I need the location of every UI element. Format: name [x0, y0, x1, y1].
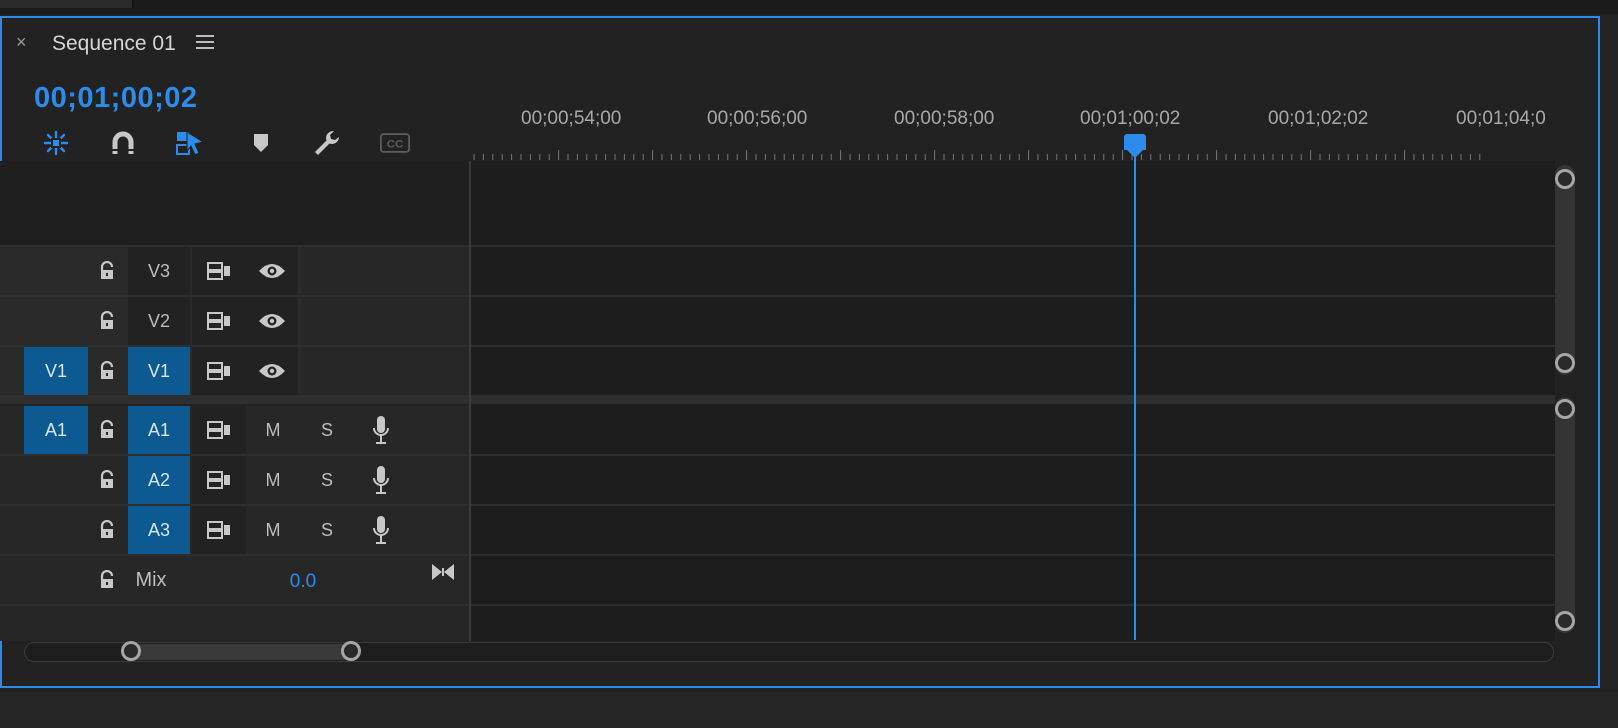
sync-lock-icon[interactable]: [192, 297, 246, 345]
video-scrollbar[interactable]: [1555, 165, 1575, 375]
sequence-tab-title[interactable]: Sequence 01: [52, 32, 176, 56]
audio-track-a1: A1 A1 M S: [0, 406, 1555, 456]
ruler-time-label: 00;00;56;00: [707, 108, 808, 129]
playhead-timecode[interactable]: 00;01;00;02: [34, 82, 198, 115]
audio-track-a3: A3 M S: [0, 506, 1555, 556]
sync-lock-icon[interactable]: [192, 456, 246, 504]
video-track-v2: V2: [0, 297, 1555, 347]
mute-button[interactable]: M: [250, 406, 296, 454]
scroll-handle[interactable]: [1555, 169, 1575, 189]
header-divider[interactable]: [469, 161, 471, 641]
captions-cc-icon[interactable]: CC: [380, 128, 410, 158]
ruler-time-label: 00;00;58;00: [894, 108, 995, 129]
video-track-v1: V1 V1: [0, 347, 1555, 397]
solo-button[interactable]: S: [304, 506, 350, 554]
bow-tie-icon[interactable]: [428, 552, 458, 592]
track-target-v3[interactable]: V3: [128, 247, 190, 295]
adjacent-tab-stub: [0, 0, 134, 8]
lock-icon[interactable]: [88, 406, 126, 454]
track-target-v2[interactable]: V2: [128, 297, 190, 345]
vertical-scrollbars[interactable]: [1555, 161, 1575, 641]
time-ruler[interactable]: [470, 150, 1550, 160]
audio-scrollbar[interactable]: [1555, 397, 1575, 633]
sync-lock-icon[interactable]: [192, 247, 246, 295]
zoom-scroll-thumb[interactable]: [129, 644, 353, 660]
sync-lock-icon[interactable]: [192, 347, 246, 395]
microphone-icon[interactable]: [358, 456, 404, 504]
snap-magnet-icon[interactable]: [108, 128, 138, 158]
close-tab-button[interactable]: ×: [16, 32, 27, 53]
audio-track-a2: A2 M S: [0, 456, 1555, 506]
lock-icon[interactable]: [88, 247, 126, 295]
source-patch-a1[interactable]: A1: [24, 406, 88, 454]
ruler-time-label: 00;01;02;02: [1268, 108, 1369, 129]
track-target-v1[interactable]: V1: [128, 347, 190, 395]
microphone-icon[interactable]: [358, 406, 404, 454]
scroll-handle[interactable]: [1555, 611, 1575, 631]
track-target-a3[interactable]: A3: [128, 506, 190, 554]
hamburger-menu-icon[interactable]: [196, 35, 214, 53]
timeline-settings-wrench-icon[interactable]: [312, 128, 342, 158]
zoom-handle-left[interactable]: [121, 641, 141, 661]
svg-text:CC: CC: [387, 138, 404, 150]
lock-icon[interactable]: [88, 456, 126, 504]
microphone-icon[interactable]: [358, 506, 404, 554]
mix-label: Mix: [135, 568, 167, 591]
mix-volume-value[interactable]: 0.0: [280, 558, 326, 606]
insert-overwrite-nest-icon[interactable]: [41, 128, 71, 158]
ruler-time-label: 00;01;00;02: [1080, 108, 1181, 129]
lock-icon[interactable]: [88, 297, 126, 345]
mute-button[interactable]: M: [250, 456, 296, 504]
source-patch-v1[interactable]: V1: [24, 347, 88, 395]
lock-icon[interactable]: [88, 556, 126, 604]
sync-lock-icon[interactable]: [192, 506, 246, 554]
solo-button[interactable]: S: [304, 456, 350, 504]
playhead-handle[interactable]: [1124, 134, 1146, 150]
lock-icon[interactable]: [88, 506, 126, 554]
ruler-time-label: 00;00;54;00: [521, 108, 622, 129]
sync-lock-icon[interactable]: [192, 406, 246, 454]
track-target-a1[interactable]: A1: [128, 406, 190, 454]
solo-button[interactable]: S: [304, 406, 350, 454]
zoom-handle-right[interactable]: [341, 641, 361, 661]
bottom-panel-strip: [0, 692, 1618, 728]
empty-track-space: [0, 161, 1555, 247]
mute-button[interactable]: M: [250, 506, 296, 554]
scroll-handle[interactable]: [1555, 353, 1575, 373]
top-panel-strip: [0, 0, 1618, 14]
horizontal-zoom-scrollbar[interactable]: [24, 641, 1554, 662]
eye-icon[interactable]: [246, 347, 298, 395]
eye-icon[interactable]: [246, 297, 298, 345]
video-track-v3: V3: [0, 247, 1555, 297]
track-target-a2[interactable]: A2: [128, 456, 190, 504]
mix-track: Mix 0.0: [0, 556, 1555, 606]
playhead-line[interactable]: [1134, 150, 1136, 640]
playhead-tip: [1127, 150, 1143, 158]
video-audio-divider[interactable]: [0, 396, 1555, 404]
ruler-time-label: 00;01;04;0: [1456, 108, 1546, 129]
add-marker-icon[interactable]: [246, 128, 276, 158]
empty-track-space: [0, 606, 1555, 641]
linked-selection-icon[interactable]: [175, 128, 205, 158]
lock-icon[interactable]: [88, 347, 126, 395]
eye-icon[interactable]: [246, 247, 298, 295]
scroll-handle[interactable]: [1555, 399, 1575, 419]
